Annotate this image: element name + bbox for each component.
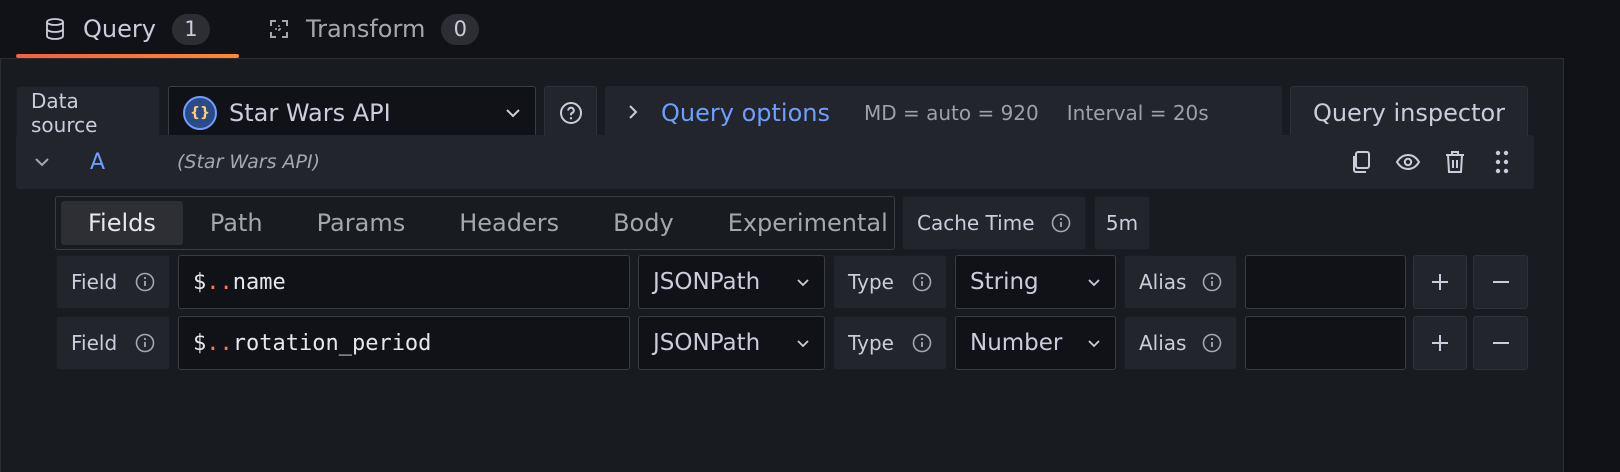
editor-tabs: Query 1 Transform 0: [16, 0, 508, 58]
data-source-value: Star Wars API: [229, 98, 391, 127]
subtab-params[interactable]: Params: [290, 201, 433, 245]
path-dots: ..: [206, 330, 233, 356]
tab-query-label: Query: [83, 15, 156, 43]
info-icon[interactable]: [1051, 213, 1071, 233]
chevron-down-icon: [505, 108, 521, 118]
path-language-select[interactable]: JSONPath: [638, 316, 825, 370]
path-language-value: JSONPath: [653, 330, 761, 356]
query-options-toggle[interactable]: Query options MD = auto = 920 Interval =…: [605, 86, 1282, 139]
query-row-actions: [1346, 135, 1516, 189]
max-data-points-info: MD = auto = 920: [863, 100, 1039, 125]
add-field-button[interactable]: [1413, 316, 1467, 370]
subtab-fields[interactable]: Fields: [61, 201, 183, 245]
tab-transform-count: 0: [441, 13, 480, 45]
plus-icon: [1430, 333, 1450, 353]
transform-icon: [268, 18, 290, 40]
info-icon[interactable]: [1202, 333, 1222, 353]
query-ref-id[interactable]: A: [90, 150, 177, 175]
query-datasource-name: (Star Wars API): [177, 151, 321, 173]
chevron-right-icon: [627, 101, 639, 125]
chevron-down-icon: [1087, 339, 1101, 348]
tab-transform[interactable]: Transform 0: [239, 0, 508, 58]
alias-input[interactable]: [1245, 316, 1406, 370]
field-path-input[interactable]: $.. rotation_period: [178, 316, 630, 370]
subtab-body[interactable]: Body: [586, 201, 701, 245]
minus-icon: [1491, 333, 1511, 353]
data-source-picker[interactable]: {} Star Wars API: [168, 86, 536, 139]
query-inspector-button[interactable]: Query inspector: [1290, 86, 1528, 139]
database-icon: [45, 18, 67, 40]
alias-label: Alias: [1139, 331, 1187, 355]
collapse-chevron-icon[interactable]: [34, 157, 50, 167]
alias-label-box: Alias: [1124, 316, 1237, 370]
chevron-down-icon: [796, 278, 810, 287]
plus-icon: [1430, 272, 1450, 292]
type-select[interactable]: String: [955, 255, 1116, 309]
info-icon[interactable]: [135, 272, 155, 292]
path-prefix: $: [193, 269, 207, 295]
drag-handle-icon[interactable]: [1487, 150, 1516, 174]
tab-transform-label: Transform: [305, 15, 426, 43]
tab-query-count: 1: [171, 13, 210, 45]
remove-field-button[interactable]: [1473, 255, 1528, 309]
cache-time-value[interactable]: 5m: [1094, 196, 1150, 250]
alias-label: Alias: [1139, 270, 1187, 294]
type-label-box: Type: [833, 255, 947, 309]
info-icon[interactable]: [912, 272, 932, 292]
eye-icon[interactable]: [1393, 153, 1422, 171]
field-path-input[interactable]: $.. name: [178, 255, 630, 309]
field-label-box: Field: [56, 255, 170, 309]
trash-icon[interactable]: [1440, 150, 1469, 174]
query-subtabs: Fields Path Params Headers Body Experime…: [55, 196, 895, 250]
subtab-headers[interactable]: Headers: [432, 201, 586, 245]
subtab-experimental[interactable]: Experimental: [701, 201, 915, 245]
field-label: Field: [71, 270, 118, 294]
subtab-path[interactable]: Path: [183, 201, 290, 245]
data-source-label: Data source: [16, 86, 160, 139]
chevron-down-icon: [796, 339, 810, 348]
chevron-down-icon: [1087, 278, 1101, 287]
query-row-header: A (Star Wars API): [16, 135, 1534, 189]
info-icon[interactable]: [912, 333, 932, 353]
interval-info: Interval = 20s: [1066, 100, 1209, 125]
type-label: Type: [848, 331, 894, 355]
type-label-box: Type: [833, 316, 947, 370]
help-icon: [559, 101, 583, 125]
path-expression: name: [232, 269, 286, 295]
alias-input[interactable]: [1245, 255, 1406, 309]
type-label: Type: [848, 270, 894, 294]
add-field-button[interactable]: [1413, 255, 1467, 309]
minus-icon: [1491, 272, 1511, 292]
query-options-label: Query options: [661, 98, 830, 127]
field-label-box: Field: [56, 316, 170, 370]
cache-time-label: Cache Time: [917, 211, 1035, 235]
info-icon[interactable]: [135, 333, 155, 353]
duplicate-icon[interactable]: [1346, 150, 1375, 174]
star-wars-api-logo-icon: {}: [183, 95, 217, 130]
type-select[interactable]: Number: [955, 316, 1116, 370]
tab-query[interactable]: Query 1: [16, 0, 239, 58]
type-value: String: [970, 269, 1039, 295]
data-source-help-button[interactable]: [544, 86, 597, 139]
path-language-select[interactable]: JSONPath: [638, 255, 825, 309]
path-expression: rotation_period: [232, 330, 432, 356]
cache-time-label-box: Cache Time: [902, 196, 1086, 250]
type-value: Number: [970, 330, 1063, 356]
path-prefix: $: [193, 330, 207, 356]
path-dots: ..: [206, 269, 233, 295]
alias-label-box: Alias: [1124, 255, 1237, 309]
info-icon[interactable]: [1202, 272, 1222, 292]
field-label: Field: [71, 331, 118, 355]
path-language-value: JSONPath: [653, 269, 761, 295]
remove-field-button[interactable]: [1473, 316, 1528, 370]
